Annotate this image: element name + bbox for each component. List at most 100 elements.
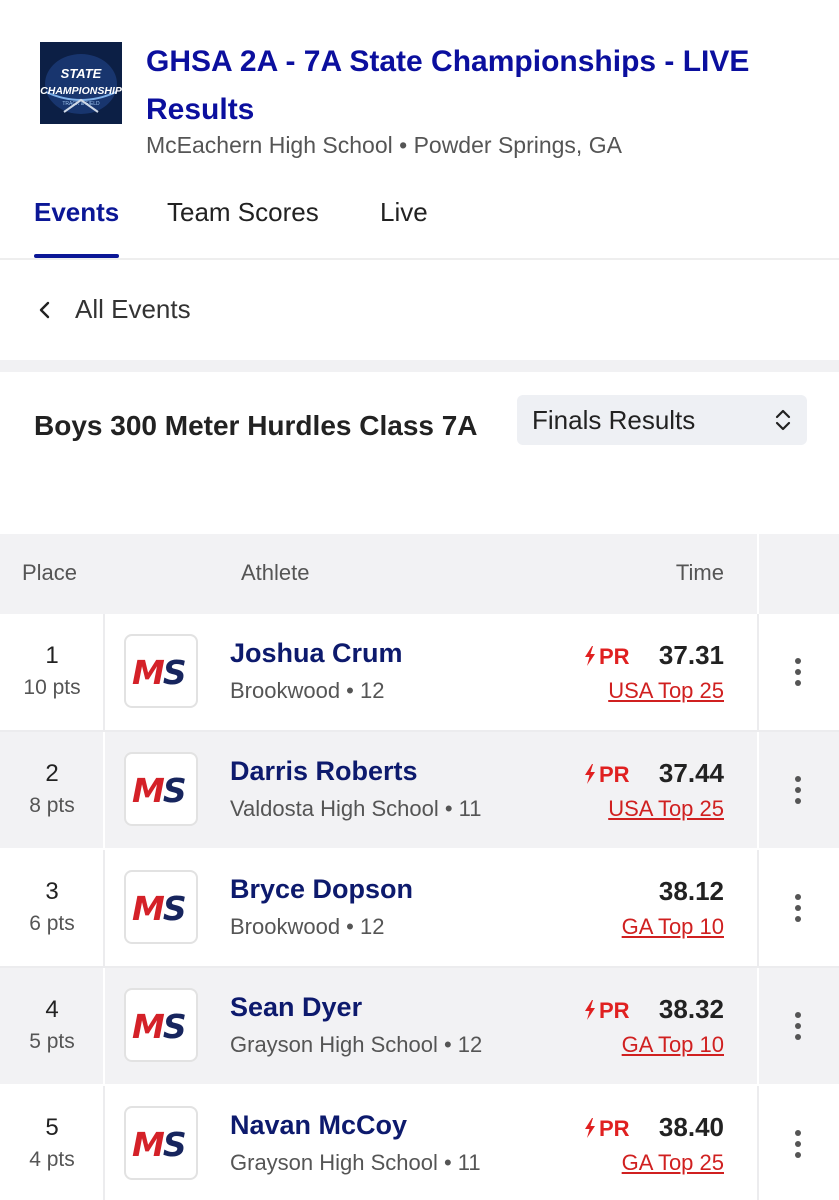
table-row[interactable]: 1 10 pts MS Joshua Crum Brookwood • 12 P… — [0, 614, 839, 732]
round-select-value: Finals Results — [532, 405, 696, 435]
table-row[interactable]: 3 6 pts MS Bryce Dopson Brookwood • 12 3… — [0, 850, 839, 968]
team-logo-right: S — [162, 889, 187, 928]
pr-badge: PR — [584, 998, 630, 1024]
ranking-link[interactable]: USA Top 25 — [608, 678, 724, 704]
team-logo-right: S — [162, 1125, 187, 1164]
team-logo[interactable]: MS — [124, 870, 198, 944]
athlete-school: Brookwood • 12 — [230, 914, 385, 939]
athlete-name[interactable]: Bryce Dopson — [230, 874, 413, 905]
pr-label: PR — [599, 644, 630, 669]
meet-title[interactable]: GHSA 2A - 7A State Championships - LIVE … — [146, 38, 806, 134]
tab-events[interactable]: Events — [34, 190, 120, 258]
result-mark: 37.44 — [658, 758, 724, 788]
ranking-link[interactable]: GA Top 10 — [622, 1032, 724, 1058]
result-mark: 38.12 — [658, 876, 724, 906]
place-points: 5 pts — [29, 1030, 75, 1053]
pr-label: PR — [599, 1116, 630, 1141]
athlete-school: Brookwood • 12 — [230, 678, 385, 703]
team-logo-left: M — [132, 653, 165, 692]
table-row[interactable]: 2 8 pts MS Darris Roberts Valdosta High … — [0, 732, 839, 850]
place-cell: 4 5 pts — [0, 968, 104, 1084]
chevron-left-icon — [39, 301, 50, 319]
meet-header: STATE CHAMPIONSHIP TRACK & FIELD GHSA 2A… — [0, 0, 839, 258]
team-logo[interactable]: MS — [124, 752, 198, 826]
place-number: 2 — [45, 760, 59, 787]
team-logo-right: S — [162, 771, 187, 810]
header-time: Time — [675, 560, 724, 585]
select-updown-icon — [775, 409, 791, 431]
athlete-name[interactable]: Joshua Crum — [230, 638, 403, 669]
pr-badge: PR — [584, 762, 630, 788]
team-logo[interactable]: MS — [124, 634, 198, 708]
all-events-link[interactable]: All Events — [0, 260, 839, 360]
all-events-label: All Events — [75, 294, 191, 324]
svg-text:CHAMPIONSHIP: CHAMPIONSHIP — [40, 85, 122, 97]
svg-text:TRACK & FIELD: TRACK & FIELD — [62, 101, 100, 107]
ranking-link[interactable]: USA Top 25 — [608, 796, 724, 822]
header-athlete: Athlete — [241, 560, 310, 585]
table-row[interactable]: 4 5 pts MS Sean Dyer Grayson High School… — [0, 968, 839, 1086]
column-divider — [757, 1086, 759, 1200]
column-divider — [103, 968, 105, 1084]
meet-location: McEachern High School • Powder Springs, … — [146, 132, 622, 158]
result-mark: 38.40 — [658, 1112, 724, 1142]
more-options-icon[interactable] — [786, 1011, 810, 1041]
round-select[interactable]: Finals Results — [517, 395, 807, 445]
athlete-name[interactable]: Navan McCoy — [230, 1110, 407, 1141]
lightning-icon — [585, 1118, 595, 1138]
meet-logo: STATE CHAMPIONSHIP TRACK & FIELD — [40, 42, 122, 124]
tab-live[interactable]: Live — [380, 190, 428, 258]
pr-badge: PR — [584, 1116, 630, 1142]
column-divider — [103, 614, 105, 730]
athlete-school: Grayson High School • 12 — [230, 1032, 483, 1057]
place-number: 4 — [45, 996, 59, 1023]
team-logo[interactable]: MS — [124, 988, 198, 1062]
pr-label: PR — [599, 762, 630, 787]
place-number: 3 — [45, 878, 59, 905]
table-body: 1 10 pts MS Joshua Crum Brookwood • 12 P… — [0, 614, 839, 1200]
column-divider — [103, 850, 105, 966]
table-header: Place Athlete Time — [0, 534, 839, 614]
lightning-icon — [585, 764, 595, 784]
more-options-icon[interactable] — [786, 657, 810, 687]
column-divider — [757, 850, 759, 966]
header-place: Place — [22, 560, 78, 585]
header-divider-vertical — [757, 534, 759, 614]
more-options-icon[interactable] — [786, 1129, 810, 1159]
team-logo-left: M — [132, 1125, 165, 1164]
place-points: 8 pts — [29, 794, 75, 817]
pr-badge: PR — [584, 644, 630, 670]
column-divider — [757, 968, 759, 1084]
result-mark: 38.32 — [658, 994, 724, 1024]
athlete-name[interactable]: Sean Dyer — [230, 992, 362, 1023]
place-number: 1 — [45, 642, 59, 669]
place-cell: 2 8 pts — [0, 732, 104, 848]
ranking-link[interactable]: GA Top 25 — [622, 1150, 724, 1176]
more-options-icon[interactable] — [786, 775, 810, 805]
athlete-name[interactable]: Darris Roberts — [230, 756, 418, 787]
pr-label: PR — [599, 998, 630, 1023]
svg-text:STATE: STATE — [61, 66, 102, 81]
team-logo[interactable]: MS — [124, 1106, 198, 1180]
place-number: 5 — [45, 1114, 59, 1141]
column-divider — [103, 732, 105, 848]
team-logo-left: M — [132, 1007, 165, 1046]
column-divider — [103, 1086, 105, 1200]
more-options-icon[interactable] — [786, 893, 810, 923]
team-logo-right: S — [162, 1007, 187, 1046]
team-logo-right: S — [162, 653, 187, 692]
result-mark: 37.31 — [658, 640, 724, 670]
tab-team-scores[interactable]: Team Scores — [167, 190, 319, 258]
event-title: Boys 300 Meter Hurdles Class 7A — [34, 410, 478, 441]
ranking-link[interactable]: GA Top 10 — [622, 914, 724, 940]
place-points: 10 pts — [23, 676, 81, 699]
athlete-school: Grayson High School • 11 — [230, 1150, 481, 1175]
lightning-icon — [585, 1000, 595, 1020]
team-logo-left: M — [132, 889, 165, 928]
place-points: 4 pts — [29, 1148, 75, 1171]
place-cell: 5 4 pts — [0, 1086, 104, 1200]
table-row[interactable]: 5 4 pts MS Navan McCoy Grayson High Scho… — [0, 1086, 839, 1200]
results-table: Place Athlete Time 1 10 pts MS Joshua Cr… — [0, 534, 839, 1200]
tab-bar: Events Team Scores Live — [0, 190, 839, 258]
team-logo-left: M — [132, 771, 165, 810]
